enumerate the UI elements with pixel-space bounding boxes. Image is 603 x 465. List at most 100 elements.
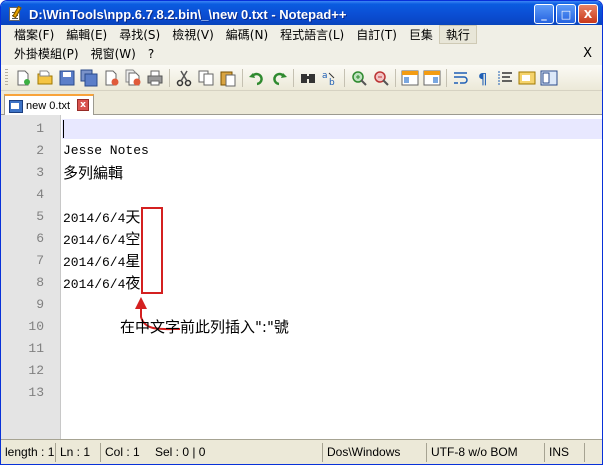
text-line: 2014/6/4空 [63, 228, 140, 250]
tab-new-0-txt[interactable]: new 0.txt x [4, 94, 94, 115]
word-wrap-icon[interactable] [452, 69, 470, 87]
window-controls: _ □ X [534, 4, 598, 24]
line-number[interactable]: 2 [1, 140, 44, 162]
line-cjk-text: 星 [125, 252, 141, 270]
line-cjk-text: 多列編輯 [63, 164, 124, 182]
line-number[interactable]: 11 [1, 338, 44, 360]
saved-file-icon [9, 99, 23, 113]
sync-horizontal-icon[interactable] [423, 69, 441, 87]
menu-file[interactable]: 檔案(F) [8, 26, 60, 43]
toolbar-grip[interactable] [5, 68, 8, 87]
resize-grip[interactable] [585, 443, 600, 462]
menu-settings[interactable]: 自訂(T) [350, 26, 403, 43]
editor-pane[interactable]: 1 2 3 4 5 6 7 8 9 10 11 12 13 Jesse Notes 多列編輯 2014/6/… [1, 115, 602, 439]
new-file-icon[interactable] [14, 69, 32, 87]
line-number[interactable]: 12 [1, 360, 44, 382]
line-number[interactable]: 4 [1, 184, 44, 206]
line-number[interactable]: 8 [1, 272, 44, 294]
menu-plugins[interactable]: 外掛模組(P) [8, 45, 85, 62]
zoom-in-icon[interactable] [350, 69, 368, 87]
menu-run[interactable]: 執行 [438, 25, 477, 44]
tab-close-icon[interactable]: x [77, 99, 89, 111]
line-number[interactable]: 7 [1, 250, 44, 272]
text-caret [63, 120, 64, 138]
line-number[interactable]: 13 [1, 382, 44, 404]
line-number[interactable]: 6 [1, 228, 44, 250]
line-text: 2014/6/4 [63, 233, 126, 248]
close-all-icon[interactable] [124, 69, 142, 87]
user-lang-icon[interactable] [518, 69, 536, 87]
line-number[interactable]: 9 [1, 294, 44, 316]
text-line: 2014/6/4星 [63, 250, 140, 272]
line-text: 2014/6/4 [63, 255, 126, 270]
current-line-highlight [62, 119, 602, 139]
toolbar-separator [293, 68, 294, 87]
tab-label: new 0.txt [26, 99, 71, 112]
close-file-icon[interactable] [102, 69, 120, 87]
menu-view[interactable]: 檢視(V) [166, 26, 220, 43]
toolbar: ab ¶ [1, 65, 602, 91]
indent-guide-icon[interactable] [496, 69, 514, 87]
show-all-chars-icon[interactable]: ¶ [474, 69, 492, 87]
replace-icon[interactable]: ab [321, 69, 339, 87]
close-button[interactable]: X [578, 4, 598, 24]
title-bar[interactable]: D:\WinTools\npp.6.7.8.2.bin\_\new 0.txt … [1, 1, 602, 27]
line-cjk-text: 天 [125, 208, 141, 226]
minimize-button[interactable]: _ [534, 4, 554, 24]
undo-icon[interactable] [248, 69, 266, 87]
menu-macro[interactable]: 巨集 [403, 26, 439, 43]
text-line: 2014/6/4天 [63, 206, 140, 228]
svg-text:¶: ¶ [478, 70, 488, 87]
svg-text:a: a [322, 71, 328, 81]
line-text: Jesse Notes [63, 143, 149, 158]
document-tab-strip: new 0.txt x [1, 92, 602, 115]
status-encoding[interactable]: UTF-8 w/o BOM [427, 442, 545, 462]
menu-language[interactable]: 程式語言(L) [274, 26, 350, 43]
print-icon[interactable] [146, 69, 164, 87]
menu-encoding[interactable]: 編碼(N) [220, 26, 274, 43]
open-file-icon[interactable] [36, 69, 54, 87]
toolbar-separator [344, 68, 345, 87]
menu-edit[interactable]: 編輯(E) [60, 26, 113, 43]
zoom-out-icon[interactable] [372, 69, 390, 87]
text-line: Jesse Notes [63, 140, 149, 162]
close-document-button[interactable]: X [583, 44, 592, 63]
line-text: 2014/6/4 [63, 277, 126, 292]
doc-map-icon[interactable] [540, 69, 558, 87]
line-number[interactable]: 10 [1, 316, 44, 338]
copy-icon[interactable] [197, 69, 215, 87]
menu-search[interactable]: 尋找(S) [113, 26, 166, 43]
status-length: length : 1 [1, 442, 56, 462]
status-eol-format[interactable]: Dos\Windows [323, 442, 427, 462]
column-selection-box [141, 207, 163, 294]
menu-row-2: 外掛模組(P) 視窗(W) ? [8, 44, 160, 63]
redo-icon[interactable] [270, 69, 288, 87]
line-number-gutter[interactable]: 1 2 3 4 5 6 7 8 9 10 11 12 13 [1, 115, 61, 439]
sync-vertical-icon[interactable] [401, 69, 419, 87]
paste-icon[interactable] [219, 69, 237, 87]
line-number[interactable]: 1 [1, 118, 44, 140]
menu-row-1: 檔案(F) 編輯(E) 尋找(S) 檢視(V) 編碼(N) 程式語言(L) 自訂… [8, 25, 477, 44]
window-title: D:\WinTools\npp.6.7.8.2.bin\_\new 0.txt … [29, 6, 347, 22]
annotation-text: 在中文字前此列插入":"號 [120, 318, 289, 336]
toolbar-separator [242, 68, 243, 87]
text-line: 多列編輯 [63, 162, 123, 184]
line-number[interactable]: 3 [1, 162, 44, 184]
line-cjk-text: 夜 [125, 274, 141, 292]
toolbar-separator [395, 68, 396, 87]
text-line: 2014/6/4夜 [63, 272, 140, 294]
find-icon[interactable] [299, 69, 317, 87]
status-insert-mode[interactable]: INS [545, 442, 585, 462]
cut-icon[interactable] [175, 69, 193, 87]
save-icon[interactable] [58, 69, 76, 87]
line-text: 2014/6/4 [63, 211, 126, 226]
menu-window[interactable]: 視窗(W) [85, 45, 142, 62]
line-cjk-text: 空 [125, 230, 141, 248]
text-area[interactable]: Jesse Notes 多列編輯 2014/6/4天 2014/6/4空 2014/6/… [62, 115, 602, 439]
menu-help[interactable]: ? [142, 47, 160, 61]
maximize-button[interactable]: □ [556, 4, 576, 24]
line-number[interactable]: 5 [1, 206, 44, 228]
notepadpp-app-icon[interactable] [7, 5, 23, 22]
status-line: Ln : 1 [56, 442, 101, 462]
save-all-icon[interactable] [80, 69, 98, 87]
